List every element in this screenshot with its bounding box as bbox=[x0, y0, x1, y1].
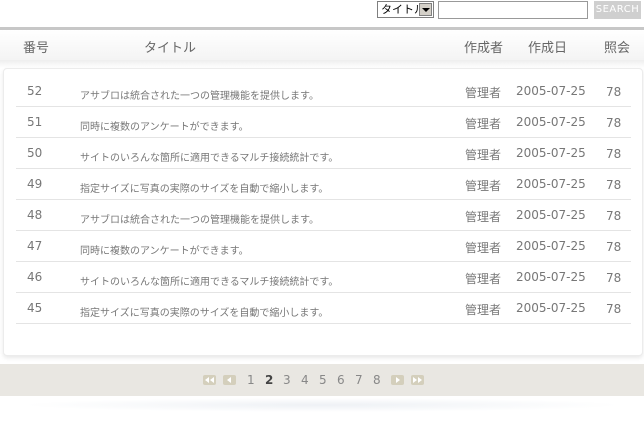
header-date: 作成日 bbox=[528, 41, 568, 56]
post-number: 50 bbox=[27, 146, 43, 160]
post-number: 51 bbox=[27, 115, 43, 129]
post-views: 78 bbox=[606, 209, 622, 223]
post-author: 管理者 bbox=[465, 179, 502, 193]
post-number: 46 bbox=[27, 270, 43, 284]
first-page-icon[interactable] bbox=[203, 375, 216, 385]
post-number: 49 bbox=[27, 177, 43, 191]
search-button[interactable]: SEARCH bbox=[594, 1, 641, 19]
post-views: 78 bbox=[606, 240, 622, 254]
post-author: 管理者 bbox=[465, 148, 502, 162]
post-title-link[interactable]: 同時に複数のアンケートができます。 bbox=[80, 118, 249, 133]
post-number: 45 bbox=[27, 301, 43, 315]
post-views: 78 bbox=[606, 302, 622, 316]
post-number: 48 bbox=[27, 208, 43, 222]
page-link[interactable]: 1 bbox=[247, 373, 255, 387]
page-link-current[interactable]: 2 bbox=[265, 373, 273, 387]
list-item: 47 同時に複数のアンケートができます。 管理者 2005-07-25 78 bbox=[16, 231, 631, 262]
header-number: 番号 bbox=[23, 41, 50, 56]
post-title-link[interactable]: サイトのいろんな箇所に適用できるマルチ接続統計です。 bbox=[80, 273, 338, 288]
next-page-icon[interactable] bbox=[391, 375, 404, 385]
search-input[interactable] bbox=[438, 1, 588, 19]
last-page-icon[interactable] bbox=[411, 375, 424, 385]
header-title: タイトル bbox=[144, 41, 197, 56]
list-item: 46 サイトのいろんな箇所に適用できるマルチ接続統計です。 管理者 2005-0… bbox=[16, 262, 631, 293]
list-item: 50 サイトのいろんな箇所に適用できるマルチ接続統計です。 管理者 2005-0… bbox=[16, 138, 631, 169]
post-date: 2005-07-25 bbox=[516, 239, 586, 253]
post-date: 2005-07-25 bbox=[516, 146, 586, 160]
page-link[interactable]: 3 bbox=[283, 373, 291, 387]
list-header: 番号 タイトル 作成者 作成日 照会 bbox=[0, 30, 644, 61]
list-item: 48 アサブロは統合された一つの管理機能を提供します。 管理者 2005-07-… bbox=[16, 200, 631, 231]
post-date: 2005-07-25 bbox=[516, 177, 586, 191]
post-date: 2005-07-25 bbox=[516, 270, 586, 284]
prev-page-icon[interactable] bbox=[223, 375, 236, 385]
post-list: 52 アサブロは統合された一つの管理機能を提供します。 管理者 2005-07-… bbox=[3, 68, 643, 356]
post-author: 管理者 bbox=[465, 241, 502, 255]
post-author: 管理者 bbox=[465, 86, 502, 100]
post-title-link[interactable]: 同時に複数のアンケートができます。 bbox=[80, 242, 249, 257]
post-views: 78 bbox=[606, 178, 622, 192]
page-link[interactable]: 5 bbox=[319, 373, 327, 387]
pagination: 1 2 3 4 5 6 7 8 bbox=[0, 364, 644, 396]
post-number: 47 bbox=[27, 239, 43, 253]
post-title-link[interactable]: 指定サイズに写真の実際のサイズを自動で縮小します。 bbox=[80, 304, 328, 319]
post-author: 管理者 bbox=[465, 272, 502, 286]
page-link[interactable]: 7 bbox=[355, 373, 363, 387]
post-views: 78 bbox=[606, 116, 622, 130]
search-bar: タイトル SEARCH bbox=[0, 0, 644, 22]
post-author: 管理者 bbox=[465, 303, 502, 317]
post-author: 管理者 bbox=[465, 210, 502, 224]
post-date: 2005-07-25 bbox=[516, 208, 586, 222]
list-item: 51 同時に複数のアンケートができます。 管理者 2005-07-25 78 bbox=[16, 107, 631, 138]
header-author: 作成者 bbox=[464, 41, 504, 56]
page-link[interactable]: 4 bbox=[301, 373, 309, 387]
post-date: 2005-07-25 bbox=[516, 115, 586, 129]
page-link[interactable]: 6 bbox=[337, 373, 345, 387]
post-views: 78 bbox=[606, 85, 622, 99]
post-title-link[interactable]: アサブロは統合された一つの管理機能を提供します。 bbox=[80, 211, 319, 226]
bottom-shadow bbox=[20, 398, 624, 412]
post-author: 管理者 bbox=[465, 117, 502, 131]
header-views: 照会 bbox=[604, 41, 631, 56]
post-title-link[interactable]: 指定サイズに写真の実際のサイズを自動で縮小します。 bbox=[80, 180, 328, 195]
list-item: 49 指定サイズに写真の実際のサイズを自動で縮小します。 管理者 2005-07… bbox=[16, 169, 631, 200]
dropdown-arrow-icon[interactable] bbox=[419, 3, 432, 16]
post-views: 78 bbox=[606, 147, 622, 161]
post-number: 52 bbox=[27, 84, 43, 98]
search-field-select[interactable]: タイトル bbox=[377, 1, 434, 18]
post-date: 2005-07-25 bbox=[516, 84, 586, 98]
post-title-link[interactable]: サイトのいろんな箇所に適用できるマルチ接続統計です。 bbox=[80, 149, 338, 164]
list-item: 52 アサブロは統合された一つの管理機能を提供します。 管理者 2005-07-… bbox=[16, 76, 631, 107]
page-link[interactable]: 8 bbox=[373, 373, 381, 387]
header-shadow bbox=[0, 60, 644, 68]
post-date: 2005-07-25 bbox=[516, 301, 586, 315]
list-item: 45 指定サイズに写真の実際のサイズを自動で縮小します。 管理者 2005-07… bbox=[16, 293, 631, 324]
post-views: 78 bbox=[606, 271, 622, 285]
post-title-link[interactable]: アサブロは統合された一つの管理機能を提供します。 bbox=[80, 87, 319, 102]
